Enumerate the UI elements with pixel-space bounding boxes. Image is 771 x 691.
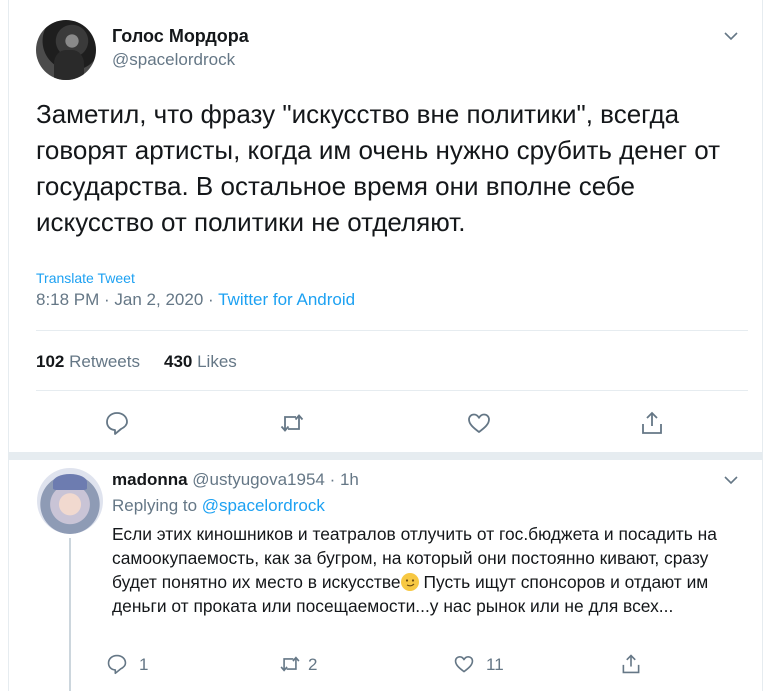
retweet-icon[interactable] bbox=[279, 410, 305, 436]
share-icon[interactable] bbox=[620, 653, 642, 675]
share-icon[interactable] bbox=[639, 410, 665, 436]
likes-stat[interactable]: 430 Likes bbox=[164, 352, 237, 371]
replying-to-handle[interactable]: @spacelordrock bbox=[202, 496, 325, 515]
heart-icon[interactable] bbox=[466, 410, 492, 436]
reply-time[interactable]: · 1h bbox=[325, 470, 359, 489]
divider bbox=[36, 390, 748, 391]
reply-author-avatar[interactable] bbox=[37, 468, 103, 534]
reply-icon[interactable] bbox=[104, 410, 130, 436]
author-avatar[interactable] bbox=[36, 20, 96, 80]
reply-icon[interactable] bbox=[106, 653, 128, 675]
reply-author-name[interactable]: madonna bbox=[112, 470, 188, 489]
reply-text: Если этих киношников и театралов отлучит… bbox=[112, 522, 742, 618]
reply-header: madonna @ustyugova1954 · 1h bbox=[112, 470, 359, 490]
heart-icon[interactable] bbox=[453, 653, 475, 675]
reply-retweet-count: 2 bbox=[308, 655, 318, 674]
translate-tweet-link[interactable]: Translate Tweet bbox=[36, 270, 135, 286]
section-separator bbox=[9, 452, 762, 460]
likes-label: Likes bbox=[197, 352, 237, 371]
tweet-stats: 102 Retweets 430 Likes bbox=[36, 352, 237, 372]
retweets-label: Retweets bbox=[69, 352, 140, 371]
divider bbox=[36, 330, 748, 331]
tweet-frame: Голос Мордора @spacelordrock Заметил, чт… bbox=[8, 0, 763, 691]
replying-prefix: Replying to bbox=[112, 496, 202, 515]
retweets-count: 102 bbox=[36, 352, 65, 371]
replying-to: Replying to @spacelordrock bbox=[112, 496, 325, 516]
author-name[interactable]: Голос Мордора bbox=[112, 26, 249, 47]
likes-count: 430 bbox=[163, 352, 193, 371]
author-handle[interactable]: @spacelordrock bbox=[112, 50, 235, 70]
meta-separator: · bbox=[203, 290, 219, 309]
tweet-text: Заметил, что фразу "искусство вне полити… bbox=[36, 99, 721, 237]
tweet-source[interactable]: Twitter for Android bbox=[218, 290, 355, 309]
tweet-timestamp[interactable]: 8:18 PM · Jan 2, 2020 bbox=[36, 290, 203, 309]
chevron-down-icon[interactable] bbox=[723, 472, 739, 488]
reply-like-count: 11 bbox=[486, 655, 504, 674]
chevron-down-icon[interactable] bbox=[723, 28, 739, 44]
tweet-meta: 8:18 PM · Jan 2, 2020 · Twitter for Andr… bbox=[36, 290, 355, 310]
reply-author-handle[interactable]: @ustyugova1954 bbox=[192, 470, 325, 489]
reply-count: 1 bbox=[139, 655, 149, 674]
thread-line bbox=[69, 538, 71, 691]
retweets-stat[interactable]: 102 Retweets bbox=[36, 352, 140, 371]
smirk-emoji-icon bbox=[400, 573, 419, 591]
retweet-icon[interactable] bbox=[279, 653, 301, 675]
